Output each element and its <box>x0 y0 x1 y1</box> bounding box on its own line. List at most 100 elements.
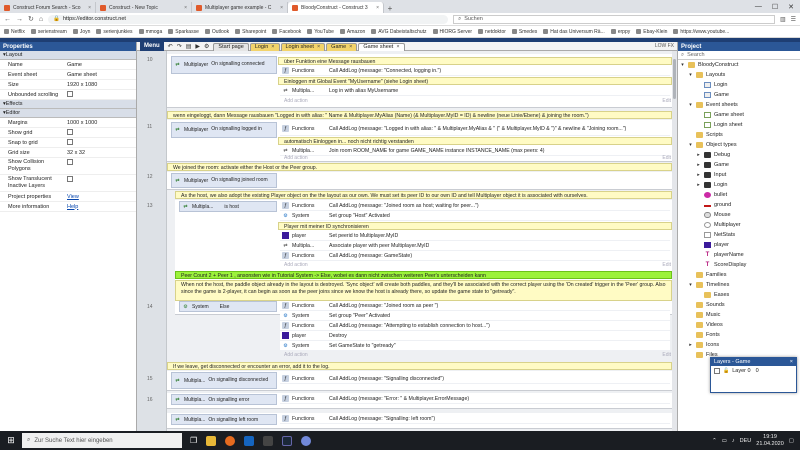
project-tree-item[interactable]: ▾ Object types <box>678 140 800 150</box>
property-link[interactable]: Help <box>67 204 78 210</box>
project-tree-item[interactable]: Mouse <box>678 210 800 220</box>
discord-app-icon[interactable] <box>301 435 312 446</box>
editor-tab[interactable]: Game × <box>326 42 358 51</box>
home-icon[interactable]: ⌂ <box>39 16 43 23</box>
project-tree-item[interactable]: ▾ Layouts <box>678 70 800 80</box>
layer-row[interactable]: 🔓 Layer 0 0 <box>711 366 796 376</box>
action-row[interactable]: ƒ Functions Call AddLog (message: "Signall… <box>280 374 670 384</box>
comment[interactable]: Einloggen mit Global Event "MyUsername" … <box>278 77 672 85</box>
comment[interactable]: If we leave, get disconnected or encount… <box>167 362 672 370</box>
project-tree-item[interactable]: ▸ Login <box>678 180 800 190</box>
action-row[interactable]: ƒ Functions Call AddLog (message: "Attempt… <box>280 321 670 331</box>
comment[interactable]: automatisch Einloggen in... noch nicht r… <box>278 137 672 145</box>
property-value[interactable]: 1920 x 1080 <box>64 82 136 88</box>
project-tree-item[interactable]: Families <box>678 270 800 280</box>
taskbar-search-input[interactable]: ⌕ Zur Suche Text hier eingeben <box>22 433 182 448</box>
bookmark-item[interactable]: serienjunkies <box>96 29 133 35</box>
volume-icon[interactable]: ♪ <box>732 438 735 444</box>
comment[interactable]: über Funktion eine Message rausbauen <box>278 57 672 65</box>
url-field[interactable]: 🔒 https://editor.construct.net <box>48 14 449 24</box>
notification-icon[interactable]: ▢ <box>789 438 794 444</box>
project-tree-item[interactable]: TplayerName <box>678 250 800 260</box>
network-icon[interactable]: ▭ <box>722 438 727 444</box>
comment[interactable]: Player mit meiner ID synchronisieren <box>278 222 672 230</box>
close-icon[interactable]: × <box>790 359 793 365</box>
comment[interactable]: We joined the room: activate either the … <box>167 163 672 171</box>
project-tree-item[interactable]: Music <box>678 310 800 320</box>
property-checkbox[interactable] <box>67 90 73 97</box>
layers-title-bar[interactable]: Layers - Game × <box>711 358 796 366</box>
bookmark-item[interactable]: Sharepoint <box>235 29 266 35</box>
project-tree-item[interactable]: ▸ Game <box>678 160 800 170</box>
action-row[interactable]: ⇄ Multipla... Log in with alias MyUsername <box>280 86 670 96</box>
project-tree-item[interactable]: Scripts <box>678 130 800 140</box>
bookmark-item[interactable]: YouTube <box>307 29 334 35</box>
bookmark-item[interactable]: HIORG Server <box>432 29 472 35</box>
action-row[interactable]: ⚙ System Set group "Host" Activated <box>280 211 670 221</box>
property-checkbox[interactable] <box>67 138 73 145</box>
project-tree-item[interactable]: T ScoreDisplay <box>678 260 800 270</box>
scrollbar-thumb[interactable] <box>673 59 676 99</box>
windows-start-icon[interactable]: ⊞ <box>0 435 22 446</box>
comment-highlighted[interactable]: Peer Count 2 + Peer 1 , ansonsten wie in… <box>175 271 672 279</box>
back-icon[interactable]: ← <box>4 16 11 23</box>
task-view-icon[interactable]: ❐ <box>190 436 197 446</box>
project-tree-item[interactable]: ▾ Timelines <box>678 280 800 290</box>
project-tree-item[interactable]: ▸ Debug <box>678 150 800 160</box>
close-tab-icon[interactable]: × <box>349 44 352 50</box>
action-row[interactable]: ƒ Functions Call AddLog (message: "Error: … <box>280 394 670 404</box>
play-icon[interactable]: ▶ <box>195 43 200 50</box>
edit-link[interactable]: Edit <box>662 155 671 161</box>
event-condition[interactable]: ⇄ Multipla... is host <box>179 201 277 212</box>
edit-link[interactable]: Edit <box>662 262 671 268</box>
browser-tab-active[interactable]: BloodyConstruct - Construct 3 × <box>288 2 384 13</box>
close-tab-icon[interactable]: × <box>280 5 283 11</box>
layer-visible-checkbox[interactable] <box>714 368 720 374</box>
event-sheet-editor[interactable]: 10 ⇄ Multiplayer On signalling connected ü… <box>137 51 677 431</box>
outlook-app-icon[interactable] <box>244 435 255 446</box>
expand-toggle-icon[interactable]: ▸ <box>696 182 701 188</box>
project-tree-item[interactable]: ground <box>678 200 800 210</box>
browser-tab[interactable]: Construct Forum Search - Sco × <box>0 2 96 13</box>
action-row[interactable]: ⚙ System Set group "Peer" Activated <box>280 311 670 321</box>
low-fx-indicator[interactable]: LOW FX <box>655 43 674 49</box>
lock-icon[interactable]: 🔓 <box>723 368 729 374</box>
bookmark-item[interactable]: erppy <box>610 29 630 35</box>
reload-icon[interactable]: ↻ <box>28 15 34 23</box>
bookmark-item[interactable]: Joyn <box>72 29 90 35</box>
project-tree-item[interactable]: Sounds <box>678 300 800 310</box>
bookmark-item[interactable]: mmoga <box>138 29 162 35</box>
project-tree-item[interactable]: ▾ Event sheets <box>678 100 800 110</box>
bookmark-item[interactable]: AVG Dabeistaltschutz <box>371 29 427 35</box>
expand-toggle-icon[interactable]: ▾ <box>688 282 693 288</box>
property-value[interactable]: 1000 x 1000 <box>64 120 136 126</box>
event-condition[interactable]: ⇄ Multipla... On signalling left room <box>171 414 277 425</box>
expand-toggle-icon[interactable]: ▸ <box>696 172 701 178</box>
event-condition[interactable]: ⇄ Multipla... On signalling error <box>171 394 277 405</box>
project-tree-item[interactable]: Eases <box>678 290 800 300</box>
event-condition[interactable]: ⇄ Multiplayer On signalling logged in <box>171 122 277 138</box>
menu-icon[interactable]: ☰ <box>791 16 796 23</box>
editor-tab[interactable]: Login sheet × <box>280 42 326 51</box>
property-checkbox[interactable] <box>67 128 73 135</box>
bookmark-item[interactable]: Sparkasse <box>168 29 199 35</box>
comment[interactable]: wenn eingeloggt, dann Message rausbauen … <box>167 111 672 119</box>
bookmark-item[interactable]: Outlook <box>204 29 229 35</box>
clock[interactable]: 19:19 21.04.2020 <box>756 434 784 447</box>
project-tree-item[interactable]: player <box>678 240 800 250</box>
media-app-icon[interactable] <box>263 435 274 446</box>
forward-icon[interactable]: → <box>16 16 23 23</box>
property-checkbox[interactable] <box>67 176 73 182</box>
comment[interactable]: As the host, we also adopt the existing … <box>175 191 672 199</box>
bookmark-item[interactable]: Ebay-Klein <box>636 29 667 35</box>
maximize-icon[interactable]: ☐ <box>772 3 778 11</box>
project-tree-item[interactable]: Game sheet <box>678 110 800 120</box>
project-tree-item[interactable]: bullet <box>678 190 800 200</box>
minimize-icon[interactable]: — <box>755 3 762 10</box>
project-tree-item[interactable]: Videos <box>678 320 800 330</box>
browser-search-input[interactable]: ⌕ Suchen <box>453 14 775 24</box>
project-tree-item[interactable]: ▸ Input <box>678 170 800 180</box>
debug-icon[interactable]: ⚙ <box>204 43 209 50</box>
project-tree-item[interactable]: Game <box>678 90 800 100</box>
project-search-input[interactable]: ⌕ Search <box>678 51 800 60</box>
